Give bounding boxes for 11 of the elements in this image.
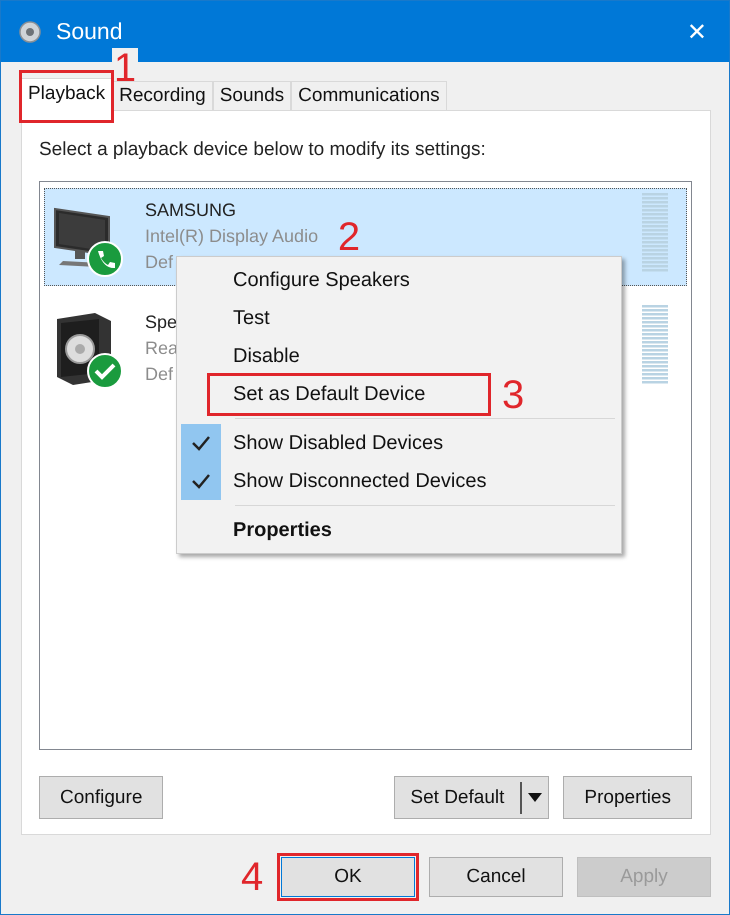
device-name: SAMSUNG (145, 199, 236, 222)
window-title: Sound (56, 18, 123, 45)
step-number: 2 (338, 217, 360, 257)
device-description: Intel(R) Display Audio (145, 226, 318, 246)
instruction-text: Select a playback device below to modify its settings: (39, 139, 487, 161)
device-status: Def (145, 363, 174, 386)
device-name: Spe (145, 311, 178, 334)
step-number: 4 (241, 857, 264, 897)
device-status: Def (145, 251, 174, 274)
device-description: Rea (145, 338, 178, 358)
step-number: 3 (502, 375, 524, 415)
